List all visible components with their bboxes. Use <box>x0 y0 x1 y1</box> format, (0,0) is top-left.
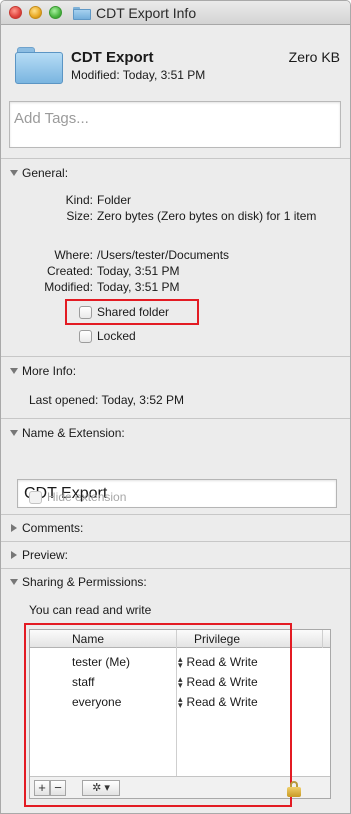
size-key: Size: <box>66 209 93 223</box>
locked-checkbox[interactable] <box>79 329 92 343</box>
file-size: Zero KB <box>288 49 340 65</box>
size-value: Zero bytes (Zero bytes on disk) for 1 it… <box>97 209 317 223</box>
modified-key: Modified: <box>44 280 93 294</box>
divider <box>1 568 350 569</box>
kind-key: Kind: <box>65 193 93 207</box>
section-name-extension-label: Name & Extension: <box>22 426 125 440</box>
hide-extension-label: Hide extension <box>47 490 127 504</box>
disclosure-open-icon <box>9 577 19 587</box>
info-window: CDT Export Info CDT Export Zero KB Modif… <box>0 0 351 814</box>
where-value: /Users/tester/Documents <box>97 248 230 262</box>
created-key: Created: <box>46 264 93 278</box>
close-button[interactable] <box>9 6 22 19</box>
where-key: Where: <box>54 248 93 262</box>
sharing-status: You can read and write <box>29 603 152 617</box>
section-comments-label: Comments: <box>22 521 84 535</box>
title-bar: CDT Export Info <box>1 1 350 25</box>
info-row-created: Created: Today, 3:51 PM <box>1 264 350 278</box>
file-name: CDT Export <box>71 49 154 66</box>
locked-option[interactable]: Locked <box>79 329 136 343</box>
highlight-box <box>65 299 199 325</box>
minimize-button[interactable] <box>29 6 42 19</box>
last-opened-text: Last opened: Today, 3:52 PM <box>29 393 184 407</box>
divider <box>1 418 350 419</box>
modified-summary: Modified: Today, 3:51 PM <box>71 68 206 82</box>
column-divider <box>322 630 323 648</box>
info-row-kind: Kind: Folder <box>1 193 350 207</box>
section-more-info-label: More Info: <box>22 364 77 378</box>
disclosure-open-icon <box>9 366 19 376</box>
info-row-size: Size: Zero bytes (Zero bytes on disk) fo… <box>1 209 350 239</box>
disclosure-open-icon <box>9 428 19 438</box>
divider <box>1 514 350 515</box>
section-sharing-label: Sharing & Permissions: <box>22 575 147 589</box>
highlight-box <box>24 623 292 807</box>
hide-extension-checkbox[interactable] <box>29 490 42 504</box>
info-row-modified: Modified: Today, 3:51 PM <box>1 280 350 294</box>
zoom-button[interactable] <box>49 6 62 19</box>
modified-value: Today, 3:51 PM <box>97 280 180 294</box>
section-sharing-header[interactable]: Sharing & Permissions: <box>9 575 147 589</box>
window-title-group: CDT Export Info <box>73 5 196 21</box>
section-more-info-header[interactable]: More Info: <box>9 364 76 378</box>
divider <box>1 158 350 159</box>
section-general-label: General: <box>22 166 69 180</box>
window-title: CDT Export Info <box>96 5 197 21</box>
file-header: CDT Export Zero KB Modified: Today, 3:51… <box>1 26 350 98</box>
info-row-where: Where: /Users/tester/Documents <box>1 248 350 262</box>
section-preview-header[interactable]: Preview: <box>9 548 68 562</box>
divider <box>1 356 350 357</box>
hide-extension-option[interactable]: Hide extension <box>29 490 126 504</box>
lock-icon[interactable] <box>287 781 301 797</box>
disclosure-closed-icon <box>9 550 19 560</box>
section-preview-label: Preview: <box>22 548 69 562</box>
kind-value: Folder <box>97 193 132 207</box>
folder-icon <box>73 6 91 20</box>
disclosure-open-icon <box>9 168 19 178</box>
section-comments-header[interactable]: Comments: <box>9 521 83 535</box>
disclosure-closed-icon <box>9 523 19 533</box>
locked-label: Locked <box>97 329 136 343</box>
section-name-extension-header[interactable]: Name & Extension: <box>9 426 125 440</box>
created-value: Today, 3:51 PM <box>97 264 180 278</box>
section-general-header[interactable]: General: <box>9 166 68 180</box>
large-folder-icon <box>15 41 63 85</box>
tags-placeholder: Add Tags... <box>14 110 89 127</box>
divider <box>1 541 350 542</box>
tags-field[interactable]: Add Tags... <box>9 101 341 148</box>
